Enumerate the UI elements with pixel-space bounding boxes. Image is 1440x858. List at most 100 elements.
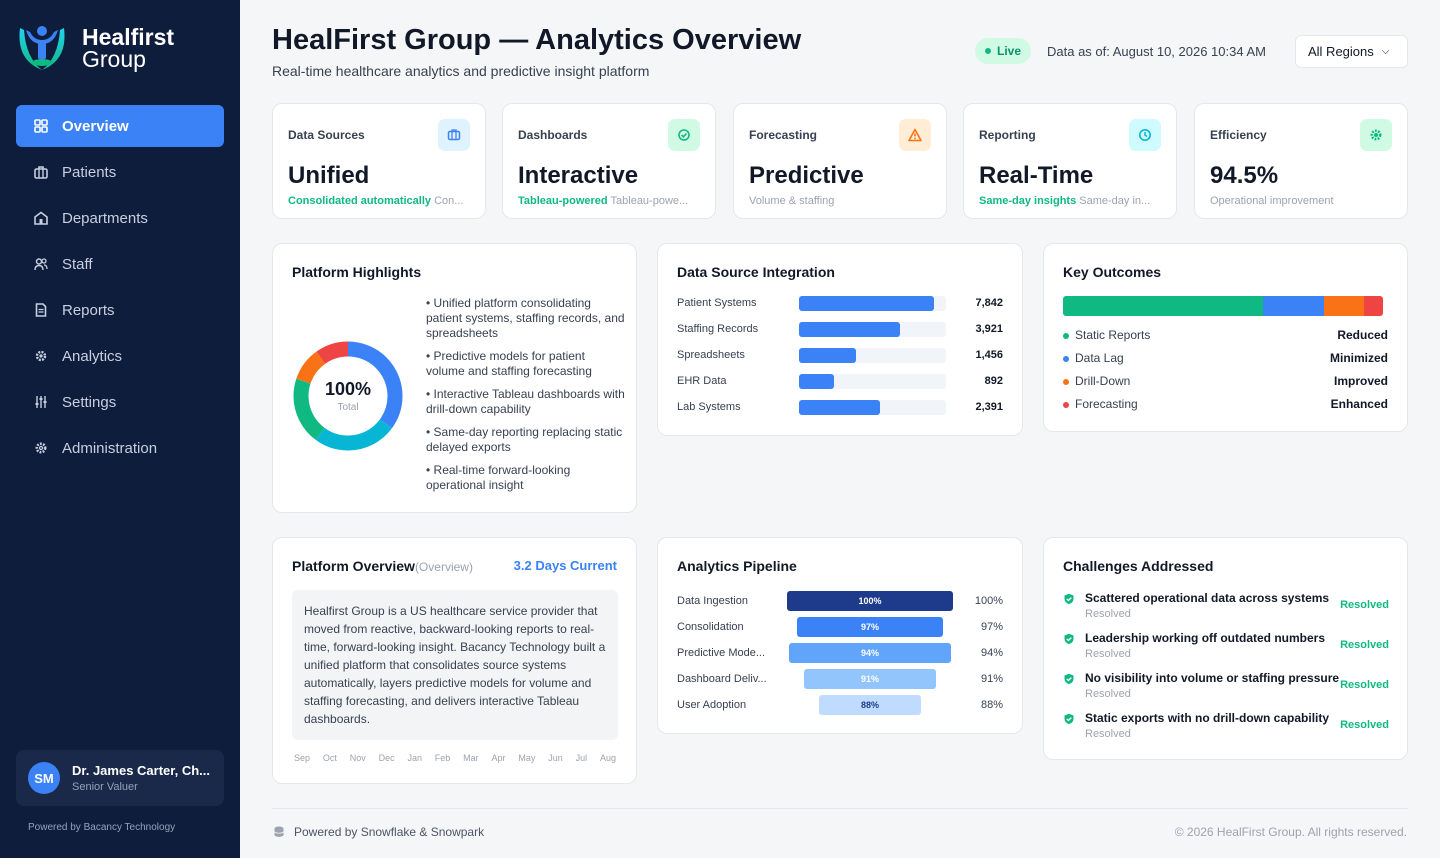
page-title: HealFirst Group — Analytics Overview: [272, 24, 802, 56]
integration-value: 892: [984, 375, 1003, 387]
outcome-label: Static Reports: [1075, 328, 1151, 342]
footer-divider: [272, 808, 1408, 809]
donut-value: 100%: [324, 379, 372, 399]
integration-value: 7,842: [975, 297, 1003, 309]
pipeline-value: 97%: [980, 621, 1003, 633]
integration-row: EHR Data 892: [677, 374, 1003, 390]
server-icon: [438, 119, 470, 151]
integration-bar: [799, 322, 901, 337]
kpi-value: Predictive: [749, 162, 864, 189]
sidebar-item-label: Analytics: [62, 347, 123, 365]
user-role: Senior Valuer: [72, 781, 138, 793]
pipeline-label: Data Ingestion: [677, 595, 748, 607]
grid-icon: [34, 119, 48, 133]
sliders-icon: [34, 395, 48, 409]
month-label: Oct: [322, 753, 337, 763]
user-profile-card[interactable]: SM Dr. James Carter, Ch... Senior Valuer: [16, 750, 224, 806]
outcome-label: Drill-Down: [1075, 374, 1131, 388]
sidebar-item-settings[interactable]: Settings: [16, 381, 224, 423]
overview-paren: (Overview): [414, 560, 473, 574]
month-label: Feb: [434, 753, 451, 763]
pipeline-bar: 100%: [787, 591, 953, 611]
kpi-card-data-sources[interactable]: Data Sources Unified Consolidated automa…: [272, 103, 486, 219]
pipeline-label: Predictive Mode...: [677, 647, 766, 659]
kpi-card-efficiency[interactable]: Efficiency 94.5% Operational improvement: [1194, 103, 1408, 219]
kpi-subtext: Tableau-powered Tableau-powe...: [518, 195, 700, 207]
highlights-donut: 100% Total: [291, 339, 405, 453]
sidebar-item-patients[interactable]: Patients: [16, 151, 224, 193]
list-item: • Real-time forward-looking operational …: [426, 463, 571, 492]
sidebar-item-label: Patients: [62, 163, 117, 181]
kpi-card-dashboards[interactable]: Dashboards Interactive Tableau-powered T…: [502, 103, 716, 219]
kpi-subtext: Consolidated automatically Con...: [288, 195, 470, 207]
month-label: Dec: [378, 753, 395, 763]
integration-row: Patient Systems 7,842: [677, 296, 1003, 312]
outcome-segment: [1063, 296, 1263, 316]
days-current-link[interactable]: 3.2 Days Current: [514, 558, 617, 573]
challenge-row: Leadership working off outdated numbers R…: [1063, 631, 1389, 663]
live-label: Live: [997, 44, 1022, 58]
challenge-title: Static exports with no drill-down capabi…: [1085, 711, 1330, 725]
highlights-list: • Unified platform consolidating patient…: [426, 296, 626, 501]
shield-check-icon: [1064, 593, 1074, 605]
brand-logo[interactable]: Healfirst Group: [16, 22, 174, 74]
kpi-subtext: Same-day insights Same-day in...: [979, 195, 1161, 207]
outcome-value: Improved: [1333, 374, 1388, 388]
card-title: Data Source Integration: [677, 264, 835, 280]
challenge-title: No visibility into volume or staffing pr…: [1085, 671, 1340, 685]
pipeline-bar-label: 100%: [858, 596, 882, 606]
gear-badge-icon: [1360, 119, 1392, 151]
avatar: SM: [28, 762, 60, 794]
key-outcomes-card: Key Outcomes Static Reports Reduced Data L…: [1043, 243, 1408, 432]
region-select-value: All Regions: [1308, 44, 1374, 59]
warning-icon: [899, 119, 931, 151]
outcome-value: Minimized: [1329, 351, 1388, 365]
sidebar-item-administration[interactable]: Administration: [16, 427, 224, 469]
month-label: Nov: [349, 753, 366, 763]
kpi-sub: Con...: [434, 195, 464, 207]
integration-bar: [799, 348, 857, 363]
overview-title: Platform Overview: [292, 558, 415, 574]
brand-name-line2: Group: [82, 46, 146, 72]
pipeline-bar-label: 91%: [860, 674, 879, 684]
challenge-title: Scattered operational data across system…: [1085, 591, 1330, 605]
overview-description: Healfirst Group is a US healthcare servi…: [292, 590, 618, 740]
sidebar-item-departments[interactable]: Departments: [16, 197, 224, 239]
pipeline-bar: 97%: [796, 617, 944, 637]
clock-icon: [1129, 119, 1161, 151]
region-select[interactable]: All Regions ⌵: [1295, 35, 1408, 68]
outcome-row: Drill-Down Improved: [1063, 374, 1388, 390]
sidebar-item-label: Staff: [62, 255, 93, 273]
list-item: • Unified platform consolidating patient…: [426, 296, 625, 340]
challenge-subtext: Resolved: [1085, 648, 1131, 660]
integration-label: Spreadsheets: [677, 349, 745, 361]
challenge-subtext: Resolved: [1085, 688, 1131, 700]
sidebar-item-label: Reports: [62, 301, 115, 319]
legend-dot-icon: [1063, 356, 1069, 362]
pipeline-bar: 91%: [804, 669, 936, 689]
month-label: Jun: [548, 753, 563, 763]
sidebar-item-label: Administration: [62, 439, 158, 457]
sidebar-item-label: Overview: [62, 117, 129, 135]
sidebar-item-reports[interactable]: Reports: [16, 289, 224, 331]
pipeline-value: 91%: [980, 673, 1003, 685]
challenge-row: Static exports with no drill-down capabi…: [1063, 711, 1389, 743]
card-title: Key Outcomes: [1063, 264, 1162, 280]
pipeline-value: 94%: [980, 647, 1003, 659]
pipeline-value: 100%: [974, 595, 1003, 607]
sidebar-item-analytics[interactable]: Analytics: [16, 335, 224, 377]
status-badge: Resolved: [1340, 599, 1389, 611]
data-timestamp: Data as of: August 10, 2026 10:34 AM: [1047, 44, 1266, 59]
donut-label: Total: [337, 402, 359, 413]
sidebar-item-staff[interactable]: Staff: [16, 243, 224, 285]
sidebar-item-overview[interactable]: Overview: [16, 105, 224, 147]
integration-label: Lab Systems: [677, 401, 741, 413]
card-title: Platform Overview(Overview): [292, 558, 473, 574]
integration-value: 2,391: [975, 401, 1003, 413]
shield-check-icon: [1064, 673, 1074, 685]
kpi-card-forecasting[interactable]: Forecasting Predictive Volume & staffing: [733, 103, 947, 219]
footer-left-text: Powered by Snowflake & Snowpark: [294, 825, 485, 839]
kpi-card-reporting[interactable]: Reporting Real-Time Same-day insights Sa…: [963, 103, 1177, 219]
brand-name-line1: Healfirst: [82, 24, 175, 50]
integration-bar: [799, 296, 935, 311]
